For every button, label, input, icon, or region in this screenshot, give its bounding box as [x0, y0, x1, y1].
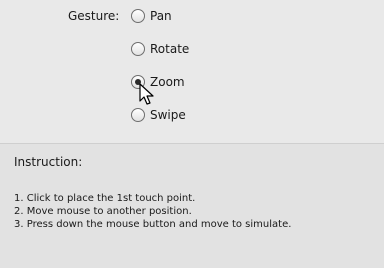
radio-option-rotate[interactable]: Rotate	[131, 40, 189, 58]
radio-option-swipe[interactable]: Swipe	[131, 106, 186, 124]
radio-button-pan[interactable]	[131, 9, 145, 23]
radio-button-swipe[interactable]	[131, 108, 145, 122]
instruction-title: Instruction:	[14, 155, 83, 169]
radio-option-pan[interactable]: Pan	[131, 7, 172, 25]
mouse-pointer-icon	[139, 83, 154, 105]
instruction-step: 1. Click to place the 1st touch point.	[14, 193, 196, 204]
instruction-step: 2. Move mouse to another position.	[14, 206, 192, 217]
gesture-label: Gesture:	[68, 9, 120, 23]
radio-label-pan[interactable]: Pan	[150, 9, 172, 23]
instruction-steps: 1. Click to place the 1st touch point. 2…	[14, 192, 374, 231]
instruction-step: 3. Press down the mouse button and move …	[14, 219, 292, 230]
radio-label-rotate[interactable]: Rotate	[150, 42, 189, 56]
radio-label-swipe[interactable]: Swipe	[150, 108, 186, 122]
gesture-panel: Gesture: Pan Rotate Zoom Swipe	[0, 0, 384, 143]
radio-button-rotate[interactable]	[131, 42, 145, 56]
instruction-panel: Instruction: 1. Click to place the 1st t…	[0, 144, 384, 268]
